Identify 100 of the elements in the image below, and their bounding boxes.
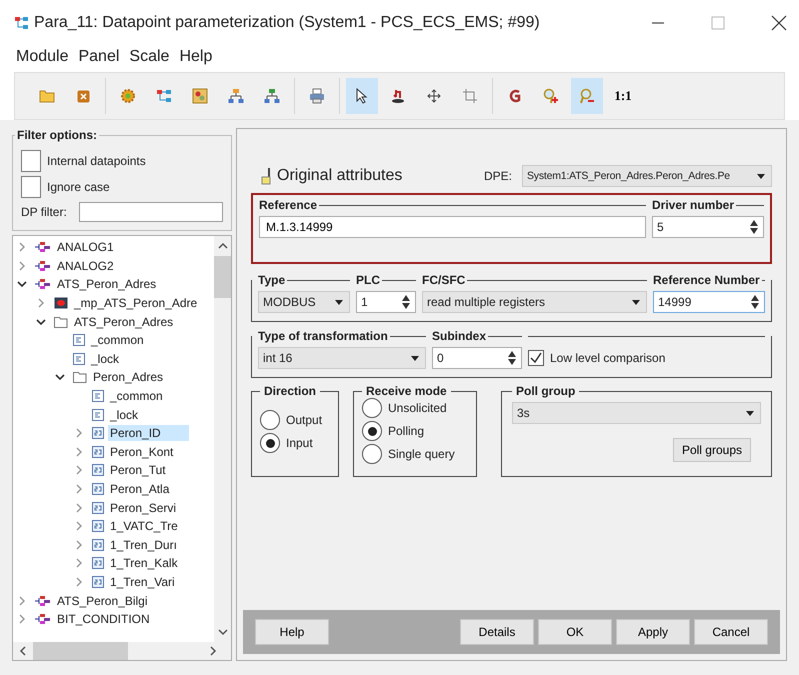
spin-arrows-icon: [507, 350, 517, 366]
group-title: Subindex: [432, 329, 488, 343]
folder-icon: [39, 89, 55, 103]
group-title: Type: [258, 273, 288, 287]
printer-icon: [309, 88, 325, 104]
vertical-scrollbar[interactable]: [214, 236, 231, 642]
radio-label: Single query: [388, 447, 455, 461]
radio-button[interactable]: [362, 421, 382, 441]
group-title: Receive mode: [365, 384, 448, 398]
scroll-left-icon[interactable]: [19, 646, 27, 656]
scroll-down-icon[interactable]: [218, 628, 228, 636]
zoom-out-icon: [579, 88, 595, 104]
number-element-icon: [92, 464, 104, 476]
close-icon[interactable]: [771, 15, 787, 31]
plc-spinbox[interactable]: 1: [356, 291, 416, 313]
field-label: DP filter:: [21, 205, 67, 219]
tree-item[interactable]: Peron_Kont: [108, 444, 176, 460]
reference-field[interactable]: M.1.3.14999: [259, 216, 646, 238]
checkbox-label: Ignore case: [47, 180, 110, 194]
radio-button[interactable]: [362, 444, 382, 464]
dpe-dropdown[interactable]: System1:ATS_Peron_Adres.Peron_Adres.Pe: [522, 165, 772, 187]
tree-item[interactable]: Peron_Servi: [108, 500, 178, 516]
menu-item[interactable]: Scale: [129, 48, 170, 66]
poll-group-dropdown[interactable]: 3s: [512, 402, 761, 424]
tree-item[interactable]: 1_Tren_Kalk: [108, 555, 180, 572]
scroll-right-icon[interactable]: [209, 646, 217, 656]
checkbox[interactable]: [21, 150, 41, 172]
dropdown-arrow-icon: [632, 300, 640, 304]
pointer-icon: [355, 88, 369, 104]
tree-item[interactable]: BIT_CONDITION: [55, 611, 152, 628]
group-title: Poll group: [515, 384, 576, 398]
group-title: Reference Number: [653, 273, 762, 287]
zoom-reset-button[interactable]: 1:1: [607, 78, 639, 114]
tree-item[interactable]: 1_VATC_Tre: [108, 518, 180, 534]
tree-item[interactable]: Peron_Tut: [108, 462, 168, 478]
dialog-button[interactable]: OK: [538, 619, 612, 645]
palette-icon: [192, 88, 208, 104]
tree-item[interactable]: ATS_Peron_Adres: [72, 314, 176, 330]
g-icon: [508, 88, 522, 104]
tree-item[interactable]: Peron_Adres: [91, 369, 166, 386]
group-title: PLC: [356, 273, 382, 287]
tree-item[interactable]: Peron_Atla: [108, 481, 172, 498]
tree-item[interactable]: Peron_ID: [108, 425, 189, 442]
master-datapoint-icon: [54, 297, 68, 310]
tree-item[interactable]: ANALOG1: [55, 239, 116, 256]
number-element-icon: [92, 502, 104, 514]
tree-item[interactable]: _lock: [108, 406, 140, 423]
dropdown-arrow-icon: [757, 174, 765, 178]
reference-number-spinbox[interactable]: 14999: [653, 291, 765, 313]
tree-item[interactable]: 1_Tren_Durı: [108, 536, 179, 553]
transformation-dropdown[interactable]: int 16: [258, 347, 426, 369]
type-dropdown[interactable]: MODBUS: [258, 291, 350, 313]
spin-arrows-icon: [401, 294, 411, 310]
hierarchy-icon: [264, 88, 280, 104]
folder-icon: [54, 316, 68, 328]
dialog-button[interactable]: Cancel: [694, 619, 768, 645]
checkbox-label: Low level comparison: [550, 351, 666, 365]
toolbar-button[interactable]: [346, 78, 378, 114]
scroll-up-icon[interactable]: [218, 242, 228, 250]
checkbox[interactable]: [528, 350, 544, 366]
datapoint-type-icon: [35, 242, 51, 252]
subindex-spinbox[interactable]: 0: [432, 347, 522, 369]
menu-item[interactable]: Panel: [78, 48, 120, 66]
dropdown-arrow-icon: [411, 356, 419, 360]
dp-filter-field[interactable]: [78, 202, 223, 222]
fc-sfc-dropdown[interactable]: read multiple registers: [422, 291, 647, 313]
radio-label: Polling: [388, 424, 424, 438]
radio-button[interactable]: [362, 398, 382, 418]
dialog-button[interactable]: Details: [460, 619, 534, 645]
scroll-thumb[interactable]: [214, 256, 231, 298]
datapoint-type-icon: [35, 596, 51, 606]
radio-button[interactable]: [260, 410, 280, 430]
section-title: Original attributes: [277, 167, 402, 185]
tree-item[interactable]: _common: [89, 332, 146, 348]
number-element-icon: [92, 483, 104, 496]
horizontal-scrollbar[interactable]: [13, 642, 231, 660]
tree-item[interactable]: _common: [108, 388, 165, 404]
dialog-button[interactable]: Apply: [616, 619, 690, 645]
scroll-thumb[interactable]: [33, 642, 128, 660]
group-title: FC/SFC: [422, 273, 468, 287]
menu-item[interactable]: Help: [179, 48, 212, 66]
tree-item[interactable]: _lock: [89, 350, 122, 367]
folder-icon: [73, 371, 87, 384]
datapoint-type-icon: [35, 279, 51, 290]
checkbox[interactable]: [21, 176, 41, 198]
driver-number-spinbox[interactable]: 5: [652, 216, 764, 238]
group-title: Filter options:: [16, 128, 98, 142]
tree-item[interactable]: _mp_ATS_Peron_Adre: [72, 295, 200, 312]
menu-item[interactable]: Module: [16, 48, 68, 66]
poll-groups-button[interactable]: Poll groups: [672, 438, 751, 462]
maximize-icon[interactable]: [711, 16, 725, 30]
tree-item[interactable]: 1_Tren_Vari: [108, 574, 177, 590]
tree-item[interactable]: ANALOG2: [55, 258, 116, 274]
field-label: DPE:: [484, 169, 512, 183]
tree-item[interactable]: ATS_Peron_Bilgi: [55, 592, 150, 609]
radio-button[interactable]: [260, 433, 280, 453]
tree-item[interactable]: ATS_Peron_Adres: [55, 276, 158, 292]
tree-icon: [156, 88, 172, 104]
datapoint-type-icon: [35, 614, 51, 624]
dialog-button[interactable]: Help: [255, 619, 329, 645]
